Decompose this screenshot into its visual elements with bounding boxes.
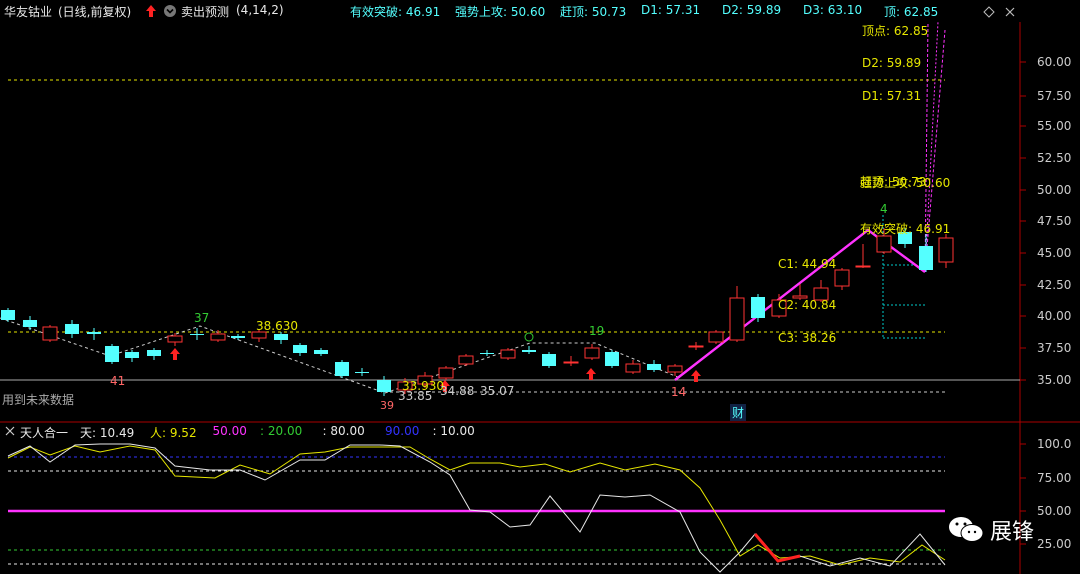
label-low-14: 14 xyxy=(671,385,687,399)
candle[interactable] xyxy=(563,361,579,364)
candle[interactable] xyxy=(190,334,204,335)
candle[interactable] xyxy=(480,353,494,354)
label-3488: 34.88 xyxy=(440,384,475,398)
indicator-value-5: 90.00 xyxy=(385,424,420,438)
candle[interactable] xyxy=(500,349,516,359)
candle[interactable] xyxy=(125,352,139,358)
price-tick: 47.50 xyxy=(1037,214,1071,228)
indicator-value-6: : 10.00 xyxy=(432,424,475,438)
candle[interactable] xyxy=(23,320,37,327)
candle[interactable] xyxy=(876,235,892,253)
candle[interactable] xyxy=(855,265,871,268)
candle[interactable] xyxy=(1,310,15,320)
indicator-value-4: : 80.00 xyxy=(322,424,365,438)
candle[interactable] xyxy=(584,347,600,359)
candle[interactable] xyxy=(458,355,474,365)
chart-canvas[interactable]: 60.00 57.50 55.00 52.50 50.00 47.50 45.00 42.50… xyxy=(0,0,1080,574)
label-low-39: 39 xyxy=(380,399,394,412)
candle[interactable] xyxy=(438,367,454,379)
label-38630: 38.630 xyxy=(256,319,298,333)
label-c2: C2: 40.84 xyxy=(778,298,837,312)
candle[interactable] xyxy=(314,350,328,354)
signal-circle-icon xyxy=(524,332,534,342)
indicator-tick: 100.0 xyxy=(1037,437,1071,451)
candle[interactable] xyxy=(274,334,288,340)
label-ding: 顶点: 62.85 xyxy=(862,24,929,38)
candle[interactable] xyxy=(938,237,954,263)
candle[interactable] xyxy=(377,380,391,392)
label-c1: C1: 44.94 xyxy=(778,257,837,271)
indicator-tick: 50.00 xyxy=(1037,504,1071,518)
price-tick: 45.00 xyxy=(1037,246,1071,260)
indicator-value-0: 天: 10.49 xyxy=(80,426,135,440)
label-low-41: 41 xyxy=(110,374,126,388)
candle[interactable] xyxy=(42,326,58,341)
label-d1: D1: 57.31 xyxy=(862,89,922,103)
price-tick: 52.50 xyxy=(1037,151,1071,165)
future-data-note: 用到未来数据 xyxy=(2,393,75,407)
candle[interactable] xyxy=(688,345,704,348)
label-3385: 33.85 xyxy=(398,389,433,403)
label-c3: C3: 38.26 xyxy=(778,331,837,345)
price-axis: 60.00 57.50 55.00 52.50 50.00 47.50 45.00 42.50… xyxy=(1020,55,1071,387)
candle[interactable] xyxy=(210,333,226,341)
watermark-text: 展锋 xyxy=(990,520,1035,545)
candle[interactable] xyxy=(147,350,161,356)
price-tick: 35.00 xyxy=(1037,373,1071,387)
candle[interactable] xyxy=(167,335,183,343)
indicator-ren-line xyxy=(7,445,946,566)
candle[interactable] xyxy=(522,350,536,352)
candle[interactable] xyxy=(605,352,619,366)
candle[interactable] xyxy=(647,364,661,370)
price-tick: 42.50 xyxy=(1037,278,1071,292)
label-you-xiao: 有效突破: 46.91 xyxy=(860,222,951,236)
label-high-37: 37 xyxy=(194,311,210,325)
close-icon[interactable] xyxy=(4,425,16,437)
candle[interactable] xyxy=(919,246,933,270)
price-tick: 50.00 xyxy=(1037,183,1071,197)
indicator-header: 天人合一 天: 10.49 人: 9.52 50.00 : 20.00 : 80.00 9… xyxy=(0,422,1020,440)
price-tick: 37.50 xyxy=(1037,341,1071,355)
finance-badge[interactable]: 财 xyxy=(730,404,747,421)
candle[interactable] xyxy=(231,336,245,338)
candle[interactable] xyxy=(834,269,850,287)
candle[interactable] xyxy=(65,324,79,334)
candle[interactable] xyxy=(335,362,349,376)
indicator-tick: 75.00 xyxy=(1037,471,1071,485)
label-d2: D2: 59.89 xyxy=(862,56,922,70)
wechat-icon xyxy=(949,517,984,542)
label-3507: 35.07 xyxy=(480,384,515,398)
candle[interactable] xyxy=(542,354,556,366)
price-tick: 40.00 xyxy=(1037,309,1071,323)
candle[interactable] xyxy=(293,345,307,353)
indicator-title[interactable]: 天人合一 xyxy=(20,424,68,441)
indicator-value-2: 50.00 xyxy=(212,424,247,438)
candlestick-series[interactable] xyxy=(1,228,954,396)
candle[interactable] xyxy=(105,346,119,362)
indicator-tick: 25.00 xyxy=(1037,537,1071,551)
zigzag-line xyxy=(0,317,681,394)
candle[interactable] xyxy=(708,331,724,343)
candle[interactable] xyxy=(87,332,101,334)
label-mark-4: 4 xyxy=(880,202,888,216)
indicator-value-3: : 20.00 xyxy=(260,424,303,438)
indicator-value-1: 人: 9.52 xyxy=(150,426,197,440)
label-qiang-shi: 强势上攻: 50.60 xyxy=(860,176,951,190)
price-tick: 57.50 xyxy=(1037,89,1071,103)
candle[interactable] xyxy=(751,297,765,318)
candle[interactable] xyxy=(729,297,745,341)
candle[interactable] xyxy=(625,363,641,373)
price-tick: 60.00 xyxy=(1037,55,1071,69)
candle[interactable] xyxy=(355,372,369,373)
candle[interactable] xyxy=(667,365,683,373)
price-tick: 55.00 xyxy=(1037,119,1071,133)
label-mark-19: 19 xyxy=(589,324,605,338)
